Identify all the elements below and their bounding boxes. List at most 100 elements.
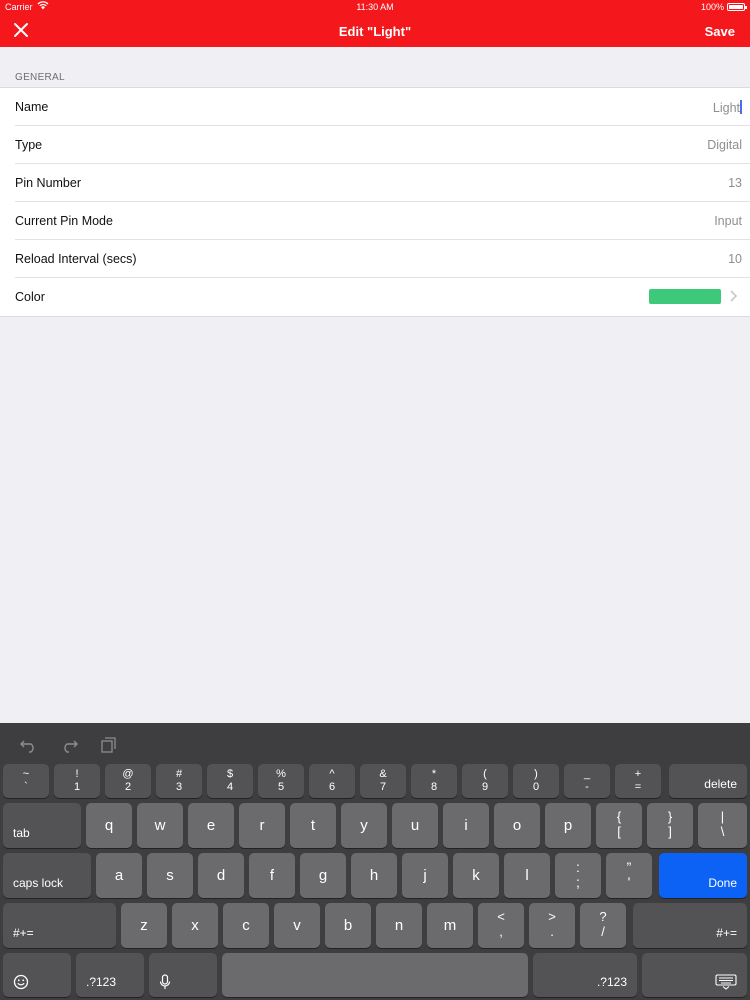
key-o[interactable]: o: [494, 803, 540, 848]
key-backslash[interactable]: | \: [698, 803, 747, 848]
key-5[interactable]: % 5: [258, 764, 304, 798]
key-comma[interactable]: <,: [478, 903, 524, 948]
key-letter: s: [166, 867, 174, 884]
redo-icon[interactable]: [60, 737, 78, 753]
key-9[interactable]: (9: [462, 764, 508, 798]
paste-icon[interactable]: [100, 737, 118, 753]
key-i[interactable]: i: [443, 803, 489, 848]
key-label: #+=: [716, 926, 737, 940]
key-tilde[interactable]: ~ `: [3, 764, 49, 798]
pin-number-value[interactable]: 13: [728, 176, 742, 190]
key-t[interactable]: t: [290, 803, 336, 848]
pin-mode-value[interactable]: Input: [714, 214, 742, 228]
reload-interval-value[interactable]: 10: [728, 252, 742, 266]
emoji-key[interactable]: [3, 953, 71, 997]
key-g[interactable]: g: [300, 853, 346, 898]
key-period[interactable]: >.: [529, 903, 575, 948]
key-equals[interactable]: + =: [615, 764, 661, 798]
row-label: Pin Number: [15, 176, 81, 190]
numbers-key-right[interactable]: .?123: [533, 953, 637, 997]
key-label: tab: [13, 826, 30, 840]
key-u[interactable]: u: [392, 803, 438, 848]
key-slash[interactable]: ? /: [580, 903, 626, 948]
key-right-brace[interactable]: }]: [647, 803, 693, 848]
key-symbol: <: [497, 909, 505, 924]
key-letter: t: [310, 817, 316, 834]
chevron-right-icon: [728, 289, 738, 303]
key-semicolon[interactable]: :;: [555, 853, 601, 898]
key-2[interactable]: @2: [105, 764, 151, 798]
key-6[interactable]: ^ 6: [309, 764, 355, 798]
hide-keyboard-key[interactable]: [642, 953, 747, 997]
caps-lock-key[interactable]: caps lock: [3, 853, 91, 898]
key-y[interactable]: y: [341, 803, 387, 848]
key-l[interactable]: l: [504, 853, 550, 898]
key-label: .?123: [596, 975, 627, 989]
key-m[interactable]: m: [427, 903, 473, 948]
color-swatch: [649, 289, 721, 304]
key-c[interactable]: c: [223, 903, 269, 948]
key-0[interactable]: ) 0: [513, 764, 559, 798]
key-8[interactable]: * 8: [411, 764, 457, 798]
space-key[interactable]: [222, 953, 528, 997]
symbols-key-left[interactable]: #+=: [3, 903, 116, 948]
key-3[interactable]: #3: [156, 764, 202, 798]
pin-number-row[interactable]: Pin Number 13: [0, 164, 750, 202]
key-j[interactable]: j: [402, 853, 448, 898]
key-symbol: ,: [499, 924, 503, 939]
key-1[interactable]: ! 1: [54, 764, 100, 798]
key-symbol: -: [585, 781, 589, 793]
key-n[interactable]: n: [376, 903, 422, 948]
undo-icon[interactable]: [20, 737, 38, 753]
key-v[interactable]: v: [274, 903, 320, 948]
done-key[interactable]: Done: [659, 853, 747, 898]
type-row[interactable]: Type Digital: [0, 126, 750, 164]
key-s[interactable]: s: [147, 853, 193, 898]
settings-table: Name Light Type Digital Pin Number 13 Cu…: [0, 87, 750, 317]
section-header: GENERAL: [15, 72, 65, 83]
keyboard-dismiss-icon: [715, 974, 737, 990]
symbols-key-right[interactable]: #+=: [633, 903, 747, 948]
type-value[interactable]: Digital: [707, 138, 742, 152]
save-button[interactable]: Save: [705, 24, 735, 39]
reload-interval-row[interactable]: Reload Interval (secs) 10: [0, 240, 750, 278]
key-f[interactable]: f: [249, 853, 295, 898]
key-letter: o: [512, 817, 522, 834]
key-4[interactable]: $4: [207, 764, 253, 798]
key-p[interactable]: p: [545, 803, 591, 848]
key-minus[interactable]: _ -: [564, 764, 610, 798]
key-x[interactable]: x: [172, 903, 218, 948]
pin-mode-row[interactable]: Current Pin Mode Input: [0, 202, 750, 240]
key-7[interactable]: & 7: [360, 764, 406, 798]
key-z[interactable]: z: [121, 903, 167, 948]
color-row[interactable]: Color: [0, 278, 750, 316]
key-d[interactable]: d: [198, 853, 244, 898]
key-letter: b: [343, 917, 353, 934]
delete-key[interactable]: delete: [669, 764, 747, 798]
numbers-key-left[interactable]: .?123: [76, 953, 144, 997]
key-left-brace[interactable]: {[: [596, 803, 642, 848]
name-input[interactable]: Light: [713, 100, 742, 115]
key-symbol: $: [226, 768, 234, 780]
key-b[interactable]: b: [325, 903, 371, 948]
key-letter: l: [525, 867, 529, 884]
key-symbol: `: [24, 781, 28, 793]
key-symbol: 3: [175, 781, 183, 793]
key-quote[interactable]: ” ': [606, 853, 652, 898]
key-h[interactable]: h: [351, 853, 397, 898]
key-w[interactable]: w: [137, 803, 183, 848]
key-q[interactable]: q: [86, 803, 132, 848]
key-k[interactable]: k: [453, 853, 499, 898]
key-symbol: 2: [124, 781, 132, 793]
tab-key[interactable]: tab: [3, 803, 81, 848]
key-e[interactable]: e: [188, 803, 234, 848]
key-letter: p: [563, 817, 573, 834]
name-row[interactable]: Name Light: [0, 88, 750, 126]
key-letter: n: [394, 917, 404, 934]
battery-icon: [727, 3, 747, 11]
key-symbol: &: [379, 768, 387, 780]
key-symbol: %: [276, 768, 286, 780]
key-a[interactable]: a: [96, 853, 142, 898]
key-r[interactable]: r: [239, 803, 285, 848]
dictation-key[interactable]: [149, 953, 217, 997]
